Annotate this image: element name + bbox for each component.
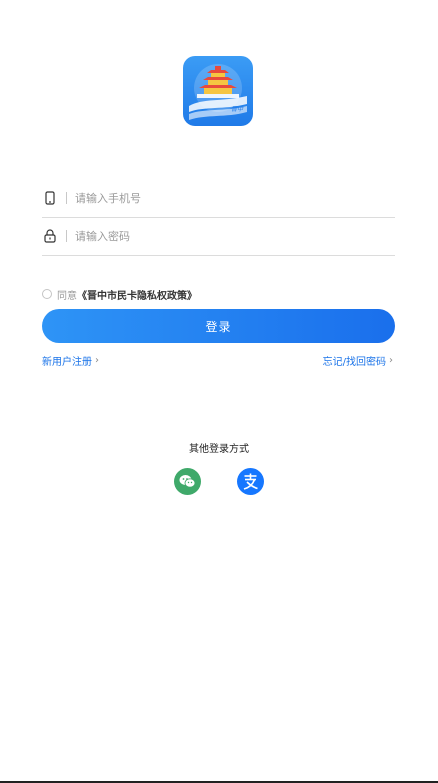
register-link[interactable]: 新用户注册 ›: [42, 352, 99, 368]
field-separator: [66, 192, 67, 204]
field-separator: [66, 230, 67, 242]
agreement-row: 同意 《晋中市民卡隐私权政策》: [42, 286, 197, 302]
login-button[interactable]: 登录: [42, 309, 395, 343]
logo-text: 晋中: [230, 106, 243, 113]
other-login-title: 其他登录方式: [189, 444, 249, 455]
chevron-right-icon: ›: [95, 354, 99, 366]
agreement-prefix: 同意: [57, 290, 77, 302]
forgot-password-label: 忘记/找回密码: [322, 356, 386, 368]
lock-icon: [43, 228, 57, 244]
phone-field-row: [42, 179, 395, 218]
password-field-row: [42, 217, 395, 256]
forgot-password-link[interactable]: 忘记/找回密码 ›: [323, 352, 393, 368]
chevron-right-icon: ›: [389, 354, 393, 366]
wechat-icon: [179, 475, 196, 488]
wechat-login-button[interactable]: [174, 468, 201, 495]
register-link-label: 新用户注册: [42, 356, 92, 368]
password-input[interactable]: [75, 226, 355, 246]
phone-icon: [43, 190, 57, 206]
phone-input[interactable]: [75, 188, 355, 208]
login-button-label: 登录: [205, 319, 232, 334]
tower-logo-icon: [189, 64, 247, 120]
alipay-login-button[interactable]: [237, 468, 264, 495]
app-logo: 晋中: [183, 56, 253, 126]
privacy-policy-link[interactable]: 《晋中市民卡隐私权政策》: [77, 287, 197, 302]
alipay-icon: [243, 473, 258, 490]
agreement-radio[interactable]: [42, 289, 52, 299]
